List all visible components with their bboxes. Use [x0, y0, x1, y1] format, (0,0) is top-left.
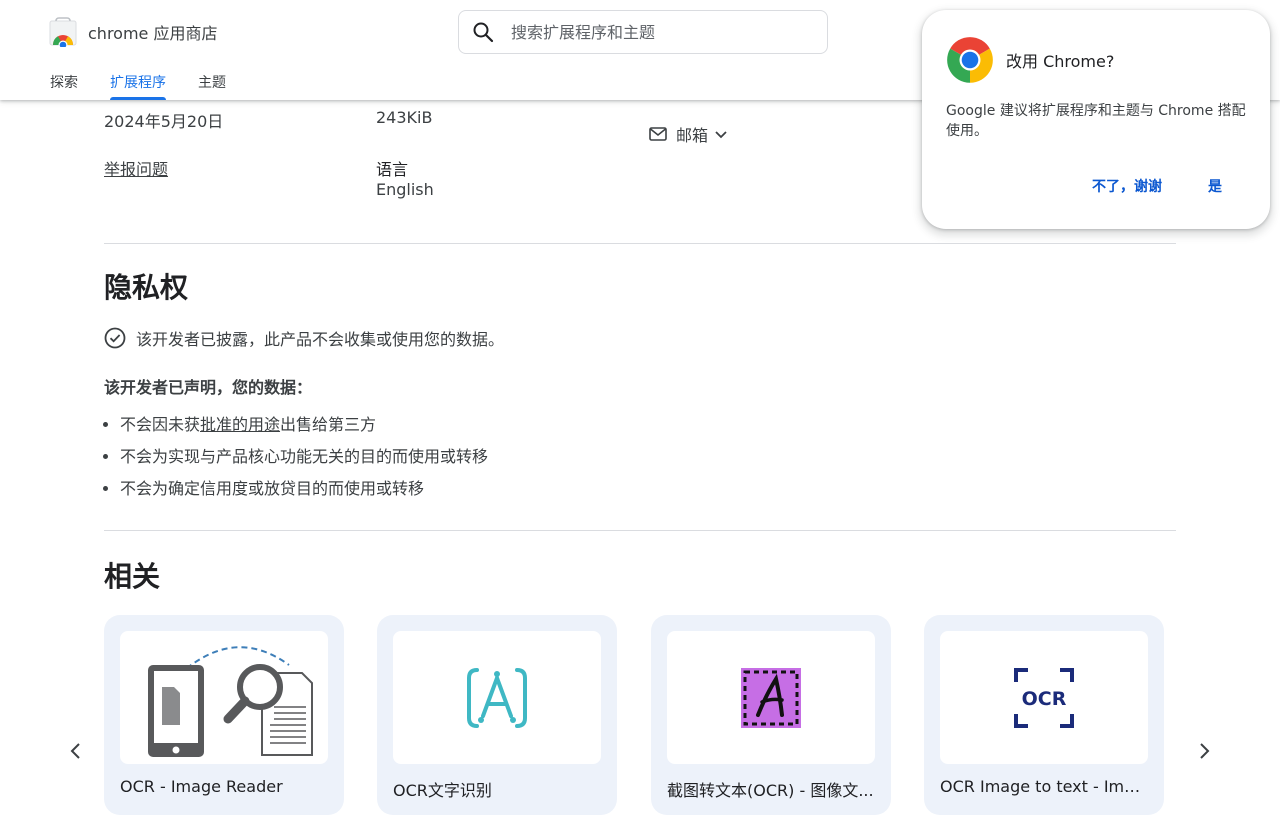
dialog-title: 改用 Chrome?	[1006, 52, 1115, 71]
card-title: OCR文字识别	[393, 781, 492, 800]
card-title: OCR - Image Reader	[120, 777, 283, 796]
card-thumbnail	[120, 631, 328, 764]
card-thumbnail	[393, 631, 601, 764]
mail-icon	[649, 127, 667, 141]
ocr-image-reader-icon	[148, 646, 313, 757]
privacy-item: 不会为确定信用度或放贷目的而使用或转移	[120, 476, 488, 508]
related-card[interactable]: OCR OCR Image to text - Imag...	[924, 615, 1164, 815]
section-divider	[104, 530, 1176, 531]
check-circle-icon	[104, 327, 126, 349]
nav-tabs: 探索 扩展程序 主题	[50, 72, 258, 100]
related-heading: 相关	[104, 560, 161, 593]
related-card[interactable]: 截图转文本(OCR) - 图像文...	[651, 615, 891, 815]
email-label: 邮箱	[676, 126, 709, 145]
chevron-down-icon	[715, 131, 727, 139]
ocr-image-to-text-icon: OCR	[1014, 667, 1074, 728]
store-title: chrome 应用商店	[88, 24, 218, 43]
size-value: 243KiB	[376, 108, 433, 127]
search-box[interactable]	[458, 10, 828, 54]
privacy-disclosure-text: 该开发者已披露，此产品不会收集或使用您的数据。	[136, 330, 505, 349]
store-brand[interactable]: chrome 应用商店	[48, 16, 217, 48]
privacy-disclosure: 该开发者已披露，此产品不会收集或使用您的数据。	[104, 325, 504, 351]
privacy-item-text: 不会因未获	[120, 415, 201, 434]
related-card[interactable]: OCR文字识别	[377, 615, 617, 815]
privacy-heading: 隐私权	[104, 271, 189, 304]
privacy-item-text: 出售给第三方	[280, 415, 377, 434]
related-card[interactable]: OCR - Image Reader	[104, 615, 344, 815]
screenshot-to-text-icon	[741, 667, 801, 728]
language-label: 语言	[376, 160, 409, 179]
card-thumbnail	[667, 631, 875, 764]
svg-text:OCR: OCR	[1022, 688, 1067, 710]
privacy-list: 不会因未获批准的用途出售给第三方 不会为实现与产品核心功能无关的目的而使用或转移…	[104, 412, 488, 508]
privacy-item: 不会因未获批准的用途出售给第三方	[120, 412, 488, 444]
tab-themes[interactable]: 主题	[198, 72, 226, 100]
tab-discover[interactable]: 探索	[50, 72, 78, 100]
switch-to-chrome-dialog: 改用 Chrome? Google 建议将扩展程序和主题与 Chrome 搭配使…	[922, 10, 1270, 229]
section-divider	[104, 243, 1176, 244]
chrome-logo-icon	[947, 37, 993, 83]
search-icon	[473, 22, 494, 43]
developer-email-button[interactable]: 邮箱	[648, 122, 730, 146]
dialog-message: Google 建议将扩展程序和主题与 Chrome 搭配使用。	[946, 103, 1246, 139]
decline-button[interactable]: 不了，谢谢	[1092, 176, 1162, 196]
privacy-declared-heading: 该开发者已声明，您的数据：	[104, 378, 313, 397]
card-thumbnail: OCR	[940, 631, 1148, 764]
approved-use-link[interactable]: 批准的用途	[200, 415, 280, 434]
report-issue-link[interactable]: 举报问题	[104, 156, 168, 180]
carousel-prev-icon[interactable]	[64, 739, 88, 763]
card-title: 截图转文本(OCR) - 图像文...	[667, 781, 874, 800]
search-input[interactable]	[511, 22, 811, 42]
chrome-web-store-logo-icon	[49, 17, 77, 47]
tab-extensions[interactable]: 扩展程序	[110, 72, 166, 100]
updated-date-value: 2024年5月20日	[104, 112, 224, 131]
language-value: English	[376, 180, 434, 199]
accept-button[interactable]: 是	[1208, 176, 1222, 196]
ocr-text-recognition-icon	[467, 667, 527, 728]
card-title: OCR Image to text - Imag...	[940, 777, 1148, 796]
privacy-item: 不会为实现与产品核心功能无关的目的而使用或转移	[120, 444, 488, 476]
carousel-next-icon[interactable]	[1192, 739, 1216, 763]
